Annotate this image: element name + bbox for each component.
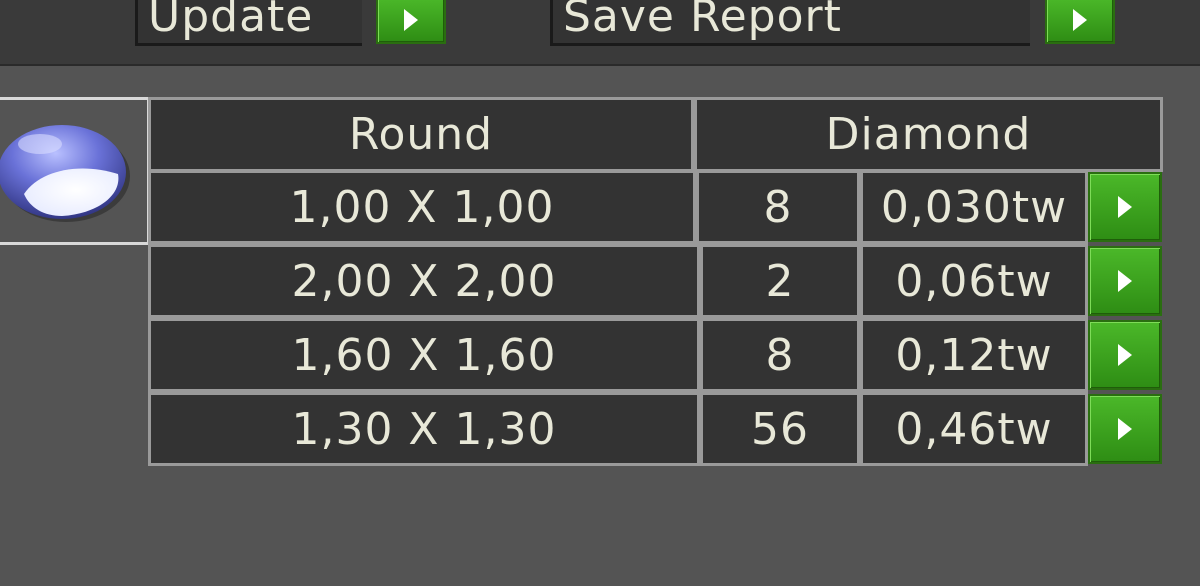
play-arrow-icon [1118, 196, 1132, 218]
row-select-button[interactable] [1088, 320, 1162, 390]
table-row: 1,00 X 1,00 8 0,030tw [148, 170, 1162, 244]
row-count: 56 [700, 392, 860, 466]
row-weight: 0,06tw [860, 244, 1088, 318]
table-row: 1,30 X 1,30 56 0,46tw [148, 392, 1162, 466]
gem-image-cell [0, 97, 150, 245]
play-arrow-icon [1118, 270, 1132, 292]
toolbar: Update Save Report [0, 0, 1200, 66]
row-size: 1,60 X 1,60 [148, 318, 700, 392]
update-field[interactable]: Update [135, 0, 362, 46]
header-shape: Round [148, 97, 694, 172]
row-weight: 0,46tw [860, 392, 1088, 466]
table-row: 1,60 X 1,60 8 0,12tw [148, 318, 1162, 392]
row-weight: 0,12tw [860, 318, 1088, 392]
row-size: 2,00 X 2,00 [148, 244, 700, 318]
row-count: 8 [696, 170, 860, 244]
row-size: 1,30 X 1,30 [148, 392, 700, 466]
update-button[interactable] [376, 0, 446, 44]
play-arrow-icon [1118, 344, 1132, 366]
row-select-button[interactable] [1088, 394, 1162, 464]
row-select-button[interactable] [1088, 172, 1162, 242]
save-report-label: Save Report [563, 0, 842, 42]
row-select-button[interactable] [1088, 246, 1162, 316]
row-count: 8 [700, 318, 860, 392]
play-arrow-icon [404, 9, 418, 31]
row-size: 1,00 X 1,00 [148, 170, 696, 244]
update-label: Update [148, 0, 314, 42]
table-row: 2,00 X 2,00 2 0,06tw [148, 244, 1162, 318]
row-count: 2 [700, 244, 860, 318]
play-arrow-icon [1118, 418, 1132, 440]
table-header: Round Diamond [148, 97, 1163, 172]
save-report-field[interactable]: Save Report [550, 0, 1030, 46]
row-weight: 0,030tw [860, 170, 1088, 244]
save-report-button[interactable] [1045, 0, 1115, 44]
round-gem-icon [0, 125, 130, 222]
play-arrow-icon [1073, 9, 1087, 31]
header-type: Diamond [694, 97, 1163, 172]
